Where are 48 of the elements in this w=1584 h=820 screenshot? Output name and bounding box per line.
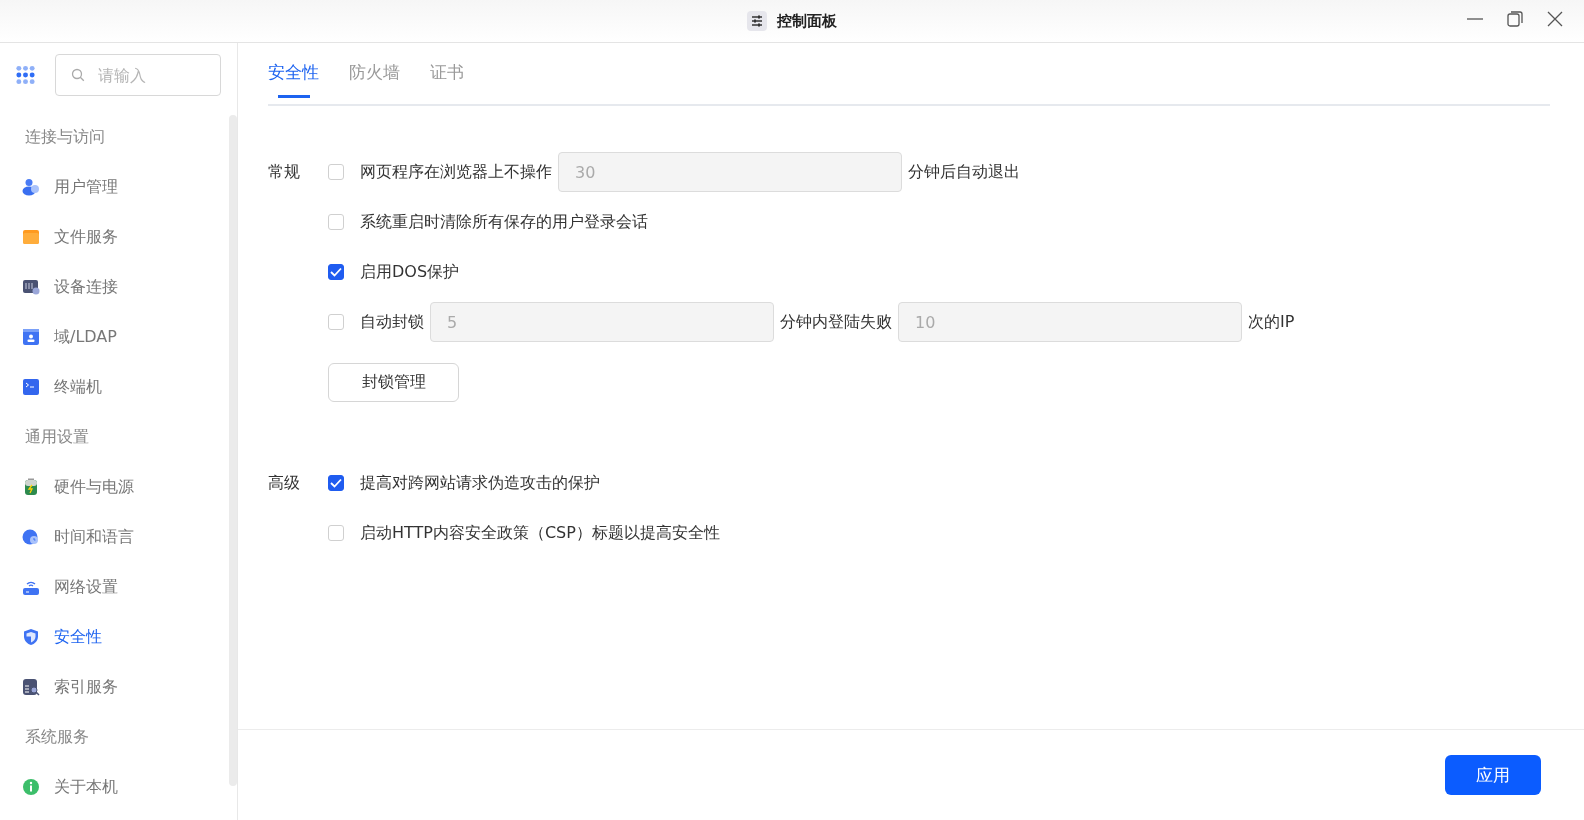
sidebar-group-heading: 系统服务 [24,726,89,748]
restore-icon[interactable] [1506,10,1524,28]
option-label: 启动HTTP内容安全政策（CSP）标题以提高安全性 [360,522,720,544]
sidebar-item[interactable]: 文件服务 [0,212,200,262]
sidebar-item[interactable]: 索引服务 [0,662,200,712]
block-management-button[interactable]: 封锁管理 [328,362,459,402]
info-icon [22,778,40,796]
option-label: 分钟内登陆失败 [780,311,892,333]
people-icon [22,178,40,196]
window-title: 控制面板 [777,11,837,31]
sliders-icon [747,11,767,31]
apply-button[interactable]: 应用 [1445,755,1541,795]
tab[interactable]: 防火墙 [349,61,400,104]
sidebar-item[interactable]: 设备连接 [0,262,200,312]
sidebar-item[interactable]: 用户管理 [0,162,200,212]
sidebar-item[interactable]: 终端机 [0,362,200,412]
sidebar-item[interactable]: 域/LDAP [0,312,200,362]
sidebar-group-heading: 通用设置 [24,426,89,448]
apps-grid-icon[interactable] [16,65,35,85]
tab[interactable]: 证书 [430,61,464,104]
shield-icon [22,628,40,646]
battery-icon [22,478,40,496]
option-label: 自动封锁 [360,311,424,333]
sidebar-item[interactable]: 关于本机 [0,762,200,812]
document-search-icon [22,678,40,696]
option-label: 系统重启时清除所有保存的用户登录会话 [360,211,648,233]
sidebar-group-heading: 连接与访问 [24,126,105,148]
option-label: 分钟后自动退出 [908,161,1020,183]
option-label: 次的IP [1248,311,1295,333]
checkbox[interactable] [328,475,344,491]
sidebar-item[interactable]: 网络设置 [0,562,200,612]
option-label: 启用DOS保护 [360,261,460,283]
search-field[interactable]: 请输入 [55,54,221,96]
option-label: 提高对跨网站请求伪造攻击的保护 [360,472,600,494]
section-label: 常规 [268,161,301,183]
id-card-icon [22,328,40,346]
sidebar-item[interactable]: 时间和语言 [0,512,200,562]
section-label: 高级 [268,472,301,494]
folder-icon [22,228,40,246]
close-icon[interactable] [1546,10,1564,28]
option-label: 网页程序在浏览器上不操作 [360,161,552,183]
checkbox[interactable] [328,264,344,280]
sidebar-item[interactable]: 安全性 [0,612,200,662]
search-icon [71,68,85,82]
terminal-icon [22,378,40,396]
device-icon [22,278,40,296]
clock-icon [22,528,40,546]
sidebar-item[interactable]: 硬件与电源 [0,462,200,512]
